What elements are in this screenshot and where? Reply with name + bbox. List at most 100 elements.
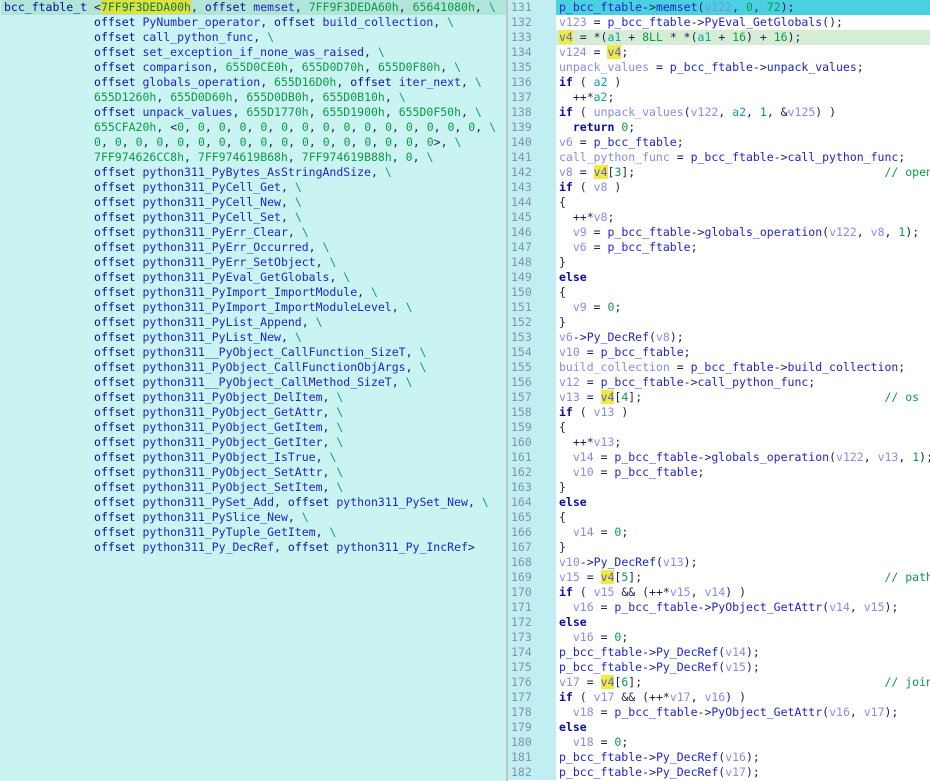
token[interactable]: v124: [559, 45, 587, 59]
disassembly-line[interactable]: offset set_exception_if_none_was_raised,…: [1, 45, 506, 60]
token[interactable]: p_bcc_ftable: [608, 240, 691, 254]
token[interactable]: v15: [559, 570, 580, 584]
token[interactable]: p_bcc_ftable: [559, 0, 642, 14]
token[interactable]: PyObject_GetAttr: [711, 600, 822, 614]
disassembly-line[interactable]: 0, 0, 0, 0, 0, 0, 0, 0, 0, 0, 0, 0, 0, 0…: [1, 135, 506, 150]
token[interactable]: v10: [559, 345, 580, 359]
disassembly-line[interactable]: 7FF974626CC8h, 7FF974619B68h, 7FF974619B…: [1, 150, 506, 165]
token[interactable]: v16: [725, 750, 746, 764]
token[interactable]: python311__PyObject_CallMethod_SizeT: [142, 375, 391, 389]
token[interactable]: v17: [864, 705, 885, 719]
token[interactable]: unpack_values: [559, 60, 649, 74]
disassembly-line[interactable]: offset python311_PyObject_GetAttr, \: [1, 405, 506, 420]
disassembly-line[interactable]: offset python311_PyErr_SetObject, \: [1, 255, 506, 270]
highlighted-token[interactable]: 7FF9F3DEDA00h: [101, 0, 191, 14]
token[interactable]: python311_PyObject_CallFunctionObjArgs: [142, 360, 405, 374]
token[interactable]: v122: [704, 0, 732, 14]
disassembly-line[interactable]: offset python311_PyCell_New, \: [1, 195, 506, 210]
pseudocode-line[interactable]: 145 ++*v8;: [508, 210, 930, 225]
token[interactable]: p_bcc_ftable: [608, 225, 691, 239]
disassembly-line[interactable]: 655D1260h, 655D0D60h, 655D0DB0h, 655D0B1…: [1, 90, 506, 105]
disassembly-line[interactable]: offset python311_PyObject_DelItem, \: [1, 390, 506, 405]
disassembly-line[interactable]: offset python311_PyObject_CallFunctionOb…: [1, 360, 506, 375]
disassembly-line[interactable]: offset python311_PyList_Append, \: [1, 315, 506, 330]
token[interactable]: python311_PyTuple_GetItem: [142, 525, 315, 539]
disassembly-pane[interactable]: bcc_ftable_t <7FF9F3DEDA00h, offset mems…: [0, 0, 506, 781]
token[interactable]: unpack_values: [142, 105, 232, 119]
disassembly-line[interactable]: offset python311_Py_DecRef, offset pytho…: [1, 540, 506, 555]
token[interactable]: Py_DecRef: [587, 330, 649, 344]
token[interactable]: build_collection: [323, 15, 434, 29]
token[interactable]: python311_Py_DecRef: [142, 540, 274, 554]
token[interactable]: v8: [871, 225, 885, 239]
token[interactable]: python311_PyErr_Clear: [142, 225, 287, 239]
pseudocode-line[interactable]: 172else: [508, 615, 930, 630]
disassembly-line[interactable]: offset python311_PyImport_ImportModuleLe…: [1, 300, 506, 315]
disassembly-line[interactable]: offset python311_PyCell_Get, \: [1, 180, 506, 195]
pseudocode-line[interactable]: 141call_python_func = p_bcc_ftable->call…: [508, 150, 930, 165]
disassembly-line[interactable]: offset python311_PyObject_SetAttr, \: [1, 465, 506, 480]
pseudocode-line[interactable]: 176v17 = v4[6]; // join: [508, 675, 930, 690]
token[interactable]: a1: [698, 30, 712, 44]
token[interactable]: v9: [573, 225, 587, 239]
pseudocode-line[interactable]: 165{: [508, 510, 930, 525]
token[interactable]: python311_PyBytes_AsStringAndSize: [142, 165, 370, 179]
pseudocode-line[interactable]: 177if ( v17 && (++*v17, v16) ): [508, 690, 930, 705]
token[interactable]: python311_PyObject_SetItem: [142, 480, 322, 494]
token[interactable]: python311__PyObject_CallFunction_SizeT: [142, 345, 405, 359]
disassembly-line[interactable]: offset python311_PyObject_GetIter, \: [1, 435, 506, 450]
token[interactable]: v15: [670, 585, 691, 599]
token[interactable]: v12: [559, 375, 580, 389]
token[interactable]: Py_DecRef: [656, 765, 718, 779]
token[interactable]: python311_PyObject_GetIter: [142, 435, 322, 449]
token[interactable]: p_bcc_ftable: [559, 750, 642, 764]
token[interactable]: p_bcc_ftable: [614, 465, 697, 479]
token[interactable]: memset: [656, 0, 698, 14]
token[interactable]: PyNumber_operator: [142, 15, 260, 29]
token[interactable]: p_bcc_ftable: [601, 375, 684, 389]
token[interactable]: p_bcc_ftable: [559, 645, 642, 659]
token[interactable]: v6: [573, 240, 587, 254]
pseudocode-line[interactable]: 134v124 = v4;: [508, 45, 930, 60]
pseudocode-line[interactable]: 151 v9 = 0;: [508, 300, 930, 315]
disassembly-line[interactable]: offset globals_operation, 655D16D0h, off…: [1, 75, 506, 90]
token[interactable]: v122: [829, 225, 857, 239]
token[interactable]: v10: [559, 555, 580, 569]
pseudocode-line[interactable]: 167}: [508, 540, 930, 555]
token[interactable]: p_bcc_ftable: [559, 660, 642, 674]
token[interactable]: p_bcc_ftable: [614, 450, 697, 464]
pseudocode-line[interactable]: 131p_bcc_ftable->memset(v122, 0, 72);: [508, 0, 930, 15]
pseudocode-line[interactable]: 160 ++*v13;: [508, 435, 930, 450]
token[interactable]: v10: [573, 465, 594, 479]
token[interactable]: v14: [573, 450, 594, 464]
pseudocode-line[interactable]: 155build_collection = p_bcc_ftable->buil…: [508, 360, 930, 375]
disassembly-line[interactable]: offset python311_PyErr_Clear, \: [1, 225, 506, 240]
pseudocode-line[interactable]: 146 v9 = p_bcc_ftable->globals_operation…: [508, 225, 930, 240]
token[interactable]: unpack_values: [594, 105, 684, 119]
token[interactable]: p_bcc_ftable: [594, 135, 677, 149]
pseudocode-line[interactable]: 182p_bcc_ftable->Py_DecRef(v17);: [508, 765, 930, 780]
pseudocode-line[interactable]: 154v10 = p_bcc_ftable;: [508, 345, 930, 360]
disassembly-line[interactable]: offset python311__PyObject_CallFunction_…: [1, 345, 506, 360]
pseudocode-line[interactable]: 152}: [508, 315, 930, 330]
pseudocode-line[interactable]: 168v10->Py_DecRef(v13);: [508, 555, 930, 570]
pseudocode-line[interactable]: 132v123 = p_bcc_ftable->PyEval_GetGlobal…: [508, 15, 930, 30]
token[interactable]: call_python_func: [698, 375, 809, 389]
token[interactable]: v17: [725, 765, 746, 779]
token[interactable]: python311_PyErr_SetObject: [142, 255, 315, 269]
token[interactable]: v18: [573, 705, 594, 719]
disassembly-line[interactable]: offset unpack_values, 655D1770h, 655D190…: [1, 105, 506, 120]
disassembly-line[interactable]: offset call_python_func, \: [1, 30, 506, 45]
token[interactable]: python311_PyObject_DelItem: [142, 390, 322, 404]
token[interactable]: v17: [594, 690, 615, 704]
highlighted-token[interactable]: v4: [601, 390, 615, 404]
disassembly-line[interactable]: offset python311_PySlice_New, \: [1, 510, 506, 525]
token[interactable]: p_bcc_ftable: [691, 150, 774, 164]
token[interactable]: v14: [704, 585, 725, 599]
token[interactable]: v18: [573, 735, 594, 749]
pseudocode-line[interactable]: 149else: [508, 270, 930, 285]
token[interactable]: v17: [559, 675, 580, 689]
pseudocode-line[interactable]: 163}: [508, 480, 930, 495]
token[interactable]: call_python_func: [559, 150, 670, 164]
token[interactable]: unpack_values: [767, 60, 857, 74]
